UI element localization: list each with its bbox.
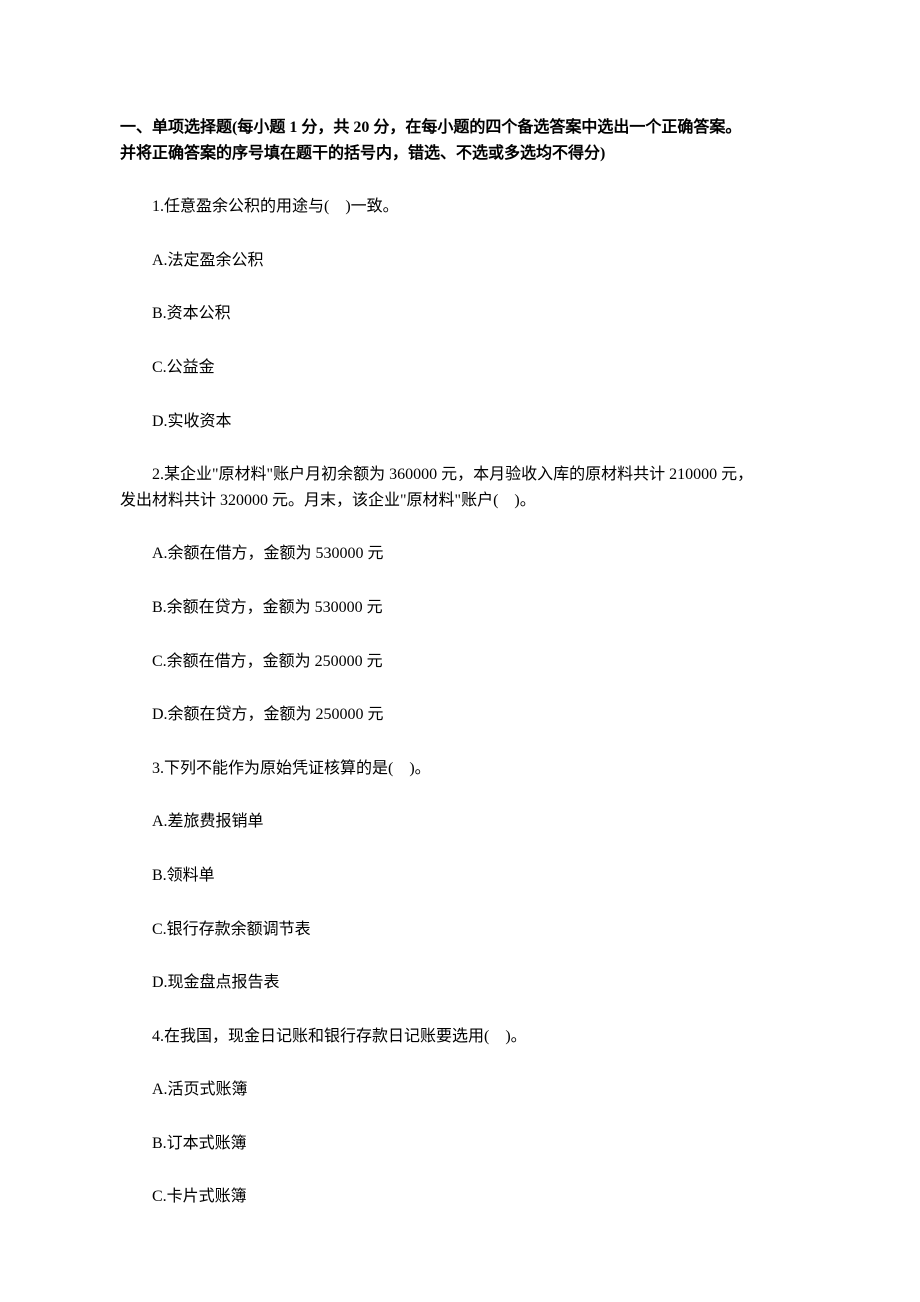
section-header-line2: 并将正确答案的序号填在题干的括号内，错选、不选或多选均不得分): [120, 141, 800, 167]
q3-option-a: A.差旅费报销单: [120, 809, 800, 835]
q4-stem: 4.在我国，现金日记账和银行存款日记账要选用( )。: [120, 1024, 800, 1050]
q3-option-d: D.现金盘点报告表: [120, 970, 800, 996]
q1-option-d: D.实收资本: [120, 409, 800, 435]
q3-stem: 3.下列不能作为原始凭证核算的是( )。: [120, 756, 800, 782]
q2-stem-line1: 2.某企业"原材料"账户月初余额为 360000 元，本月验收入库的原材料共计 …: [120, 462, 800, 488]
q3-option-b: B.领料单: [120, 863, 800, 889]
q2-stem-line2: 发出材料共计 320000 元。月末，该企业"原材料"账户( )。: [120, 488, 800, 514]
q2-option-c: C.余额在借方，金额为 250000 元: [120, 649, 800, 675]
section-header: 一、单项选择题(每小题 1 分，共 20 分，在每小题的四个备选答案中选出一个正…: [120, 115, 800, 166]
q2-option-b: B.余额在贷方，金额为 530000 元: [120, 595, 800, 621]
section-header-line1: 一、单项选择题(每小题 1 分，共 20 分，在每小题的四个备选答案中选出一个正…: [120, 115, 800, 141]
q2-option-d: D.余额在贷方，金额为 250000 元: [120, 702, 800, 728]
q2-stem: 2.某企业"原材料"账户月初余额为 360000 元，本月验收入库的原材料共计 …: [120, 462, 800, 513]
q2-option-a: A.余额在借方，金额为 530000 元: [120, 541, 800, 567]
q3-option-c: C.银行存款余额调节表: [120, 917, 800, 943]
q1-option-b: B.资本公积: [120, 301, 800, 327]
q4-option-b: B.订本式账簿: [120, 1131, 800, 1157]
q1-stem: 1.任意盈余公积的用途与( )一致。: [120, 194, 800, 220]
q1-option-a: A.法定盈余公积: [120, 248, 800, 274]
q4-option-a: A.活页式账簿: [120, 1077, 800, 1103]
q4-option-c: C.卡片式账簿: [120, 1184, 800, 1210]
page-content: 一、单项选择题(每小题 1 分，共 20 分，在每小题的四个备选答案中选出一个正…: [0, 0, 920, 1298]
q1-option-c: C.公益金: [120, 355, 800, 381]
